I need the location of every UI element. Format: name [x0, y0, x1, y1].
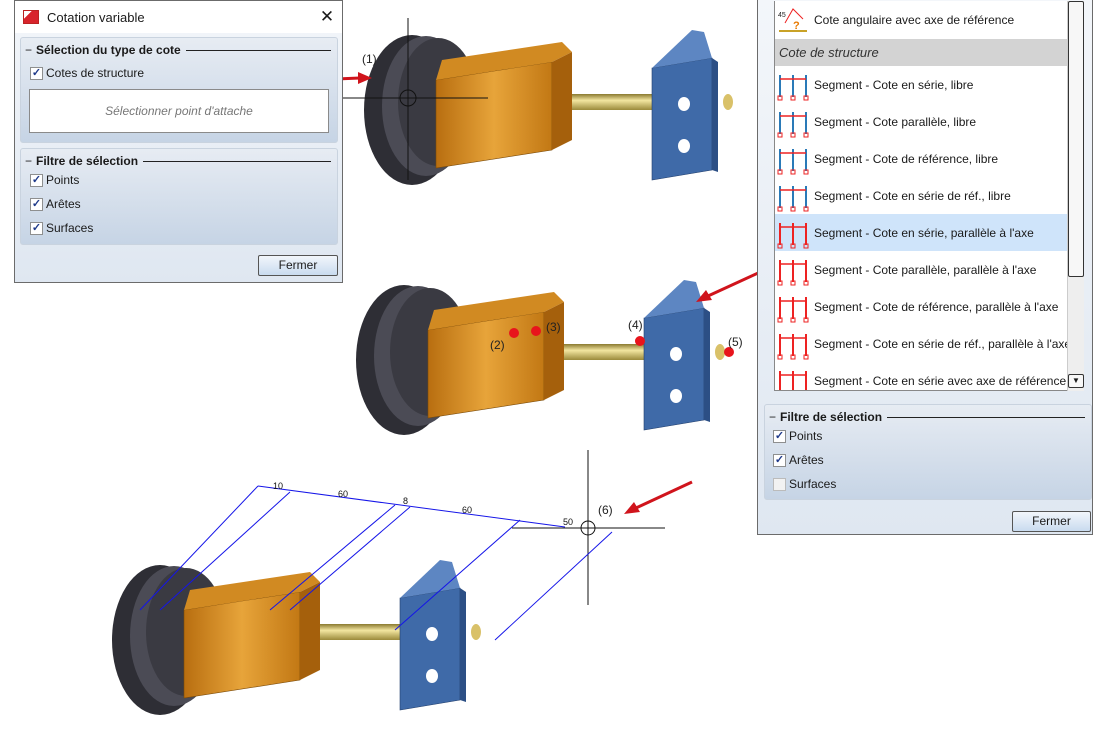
list-item-serial-free[interactable]: Segment - Cote en série, libre	[775, 66, 1068, 103]
list-item-serial-ref-axis[interactable]: Segment - Cote en série de réf., parallè…	[775, 325, 1068, 362]
scroll-down-icon[interactable]: ▼	[1068, 374, 1084, 388]
list-item-reference-free[interactable]: Segment - Cote de référence, libre	[775, 140, 1068, 177]
points-checkbox[interactable]: ✓ Points	[21, 168, 337, 192]
checkbox-label: Surfaces	[789, 477, 837, 491]
svg-text:45: 45	[778, 12, 786, 19]
checkbox-label: Cotes de structure	[46, 66, 145, 80]
cotation-variable-dialog: Cotation variable ✕ − Sélection du type d…	[14, 0, 343, 283]
type-group: − Sélection du type de cote ✓ Cotes de str…	[20, 37, 338, 143]
checkbox-label: Points	[789, 429, 823, 443]
serial-axis-icon	[777, 222, 809, 248]
reference-free-icon	[777, 148, 809, 174]
scrollbar-thumb[interactable]	[1068, 1, 1084, 277]
dialog-title: Cotation variable	[47, 9, 145, 25]
callout-label-1: (1)	[362, 52, 377, 66]
filter-group-title: Filtre de sélection	[36, 154, 139, 168]
dimension-label: 50	[563, 517, 573, 527]
close-button[interactable]: Fermer	[1012, 511, 1091, 532]
list-item-label: Segment - Cote parallèle, libre	[814, 114, 977, 129]
list-item-label: Segment - Cote en série de réf., parallè…	[814, 336, 1068, 351]
list-item-serial-ref-free[interactable]: Segment - Cote en série de réf., libre	[775, 177, 1068, 214]
list-item-serial-ref-line[interactable]: Segment - Cote en série avec axe de réfé…	[775, 362, 1068, 390]
checkbox-checked-icon: ✓	[30, 197, 43, 211]
points-checkbox[interactable]: ✓ Points	[765, 424, 1091, 448]
serial-ref-axis-icon	[777, 333, 809, 359]
cad-assembly-top[interactable]	[363, 29, 734, 186]
parallel-axis-icon	[777, 259, 809, 285]
list-item-label: Segment - Cote en série, parallèle à l'a…	[814, 225, 1034, 240]
aretes-checkbox[interactable]: ✓ Arêtes	[765, 448, 1091, 472]
close-button[interactable]: Fermer	[258, 255, 338, 276]
list-item-label: Cote angulaire avec axe de référence	[814, 13, 1015, 27]
aretes-checkbox[interactable]: ✓ Arêtes	[21, 192, 337, 216]
list-item-reference-axis[interactable]: Segment - Cote de référence, parallèle à…	[775, 288, 1068, 325]
type-group-title: Sélection du type de cote	[36, 43, 181, 57]
serial-free-icon	[777, 74, 809, 100]
reference-axis-icon	[777, 296, 809, 322]
surfaces-checkbox[interactable]: ✓ Surfaces	[21, 216, 337, 240]
list-item-parallel-free[interactable]: Segment - Cote parallèle, libre	[775, 103, 1068, 140]
list-item-label: Segment - Cote parallèle, parallèle à l'…	[814, 262, 1037, 277]
dimension-label: 8	[403, 496, 408, 506]
list-item-label: Segment - Cote en série de réf., libre	[814, 188, 1011, 203]
section-header: Cote de structure	[775, 39, 1068, 66]
callout-label-3: (3)	[546, 320, 561, 334]
checkbox-checked-icon: ✓	[773, 429, 786, 443]
parallel-free-icon	[777, 111, 809, 137]
list-item-label: Segment - Cote en série avec axe de réfé…	[814, 373, 1067, 388]
list-item-parallel-axis[interactable]: Segment - Cote parallèle, parallèle à l'…	[775, 251, 1068, 288]
angular-dimension-icon: 45?	[778, 8, 807, 32]
checkbox-checked-icon: ✓	[30, 66, 43, 80]
cotes-de-structure-checkbox[interactable]: ✓ Cotes de structure	[21, 61, 337, 85]
checkbox-label: Surfaces	[46, 221, 94, 235]
dimension-label: 60	[338, 489, 348, 499]
close-icon[interactable]: ✕	[312, 7, 342, 27]
checkbox-label: Points	[46, 173, 80, 187]
crosshair-cursor-bottom	[512, 450, 665, 605]
cad-assembly-middle[interactable]	[355, 279, 726, 436]
checkbox-label: Arêtes	[789, 453, 824, 467]
filter-group: − Filtre de sélection ✓ Points ✓ Arêtes Sur…	[764, 404, 1092, 500]
dimension-label: 10	[273, 481, 283, 491]
list-item-label: Segment - Cote en série, libre	[814, 77, 974, 92]
checkbox-unchecked-icon	[773, 477, 786, 491]
attach-point-field[interactable]: Sélectionner point d'attache	[29, 89, 329, 133]
callout-label-2: (2)	[490, 338, 505, 352]
checkbox-checked-icon: ✓	[30, 173, 43, 187]
list-item-label: Segment - Cote de référence, parallèle à…	[814, 299, 1059, 314]
surfaces-checkbox[interactable]: Surfaces	[765, 472, 1091, 496]
list-item-serial-axis[interactable]: Segment - Cote en série, parallèle à l'a…	[775, 214, 1068, 251]
checkbox-checked-icon: ✓	[30, 221, 43, 235]
serial-ref-line-icon	[779, 370, 807, 390]
dialog-titlebar: Cotation variable ✕	[15, 1, 342, 33]
dimension-type-list[interactable]: 45? Cote angulaire avec axe de référence…	[774, 1, 1068, 391]
svg-text:?: ?	[793, 20, 800, 32]
filter-group-title: Filtre de sélection	[780, 410, 883, 424]
cad-assembly-bottom[interactable]	[111, 559, 482, 716]
serial-ref-free-icon	[777, 185, 809, 211]
dimension-label: 60	[462, 505, 472, 515]
checkbox-label: Arêtes	[46, 197, 81, 211]
list-item-label: Segment - Cote de référence, libre	[814, 151, 999, 166]
filter-group: − Filtre de sélection ✓ Points ✓ Arêtes ✓ Su…	[20, 148, 338, 245]
callout-label-4: (4)	[628, 318, 643, 332]
checkbox-checked-icon: ✓	[773, 453, 786, 467]
app-icon	[23, 10, 39, 24]
list-scrollbar[interactable]: ▼	[1067, 1, 1084, 391]
list-item-angular[interactable]: 45? Cote angulaire avec axe de référence	[775, 1, 1068, 39]
dimension-type-panel: 45? Cote angulaire avec axe de référence…	[757, 0, 1093, 535]
callout-label-5: (5)	[728, 335, 743, 349]
callout-label-6: (6)	[598, 503, 613, 517]
